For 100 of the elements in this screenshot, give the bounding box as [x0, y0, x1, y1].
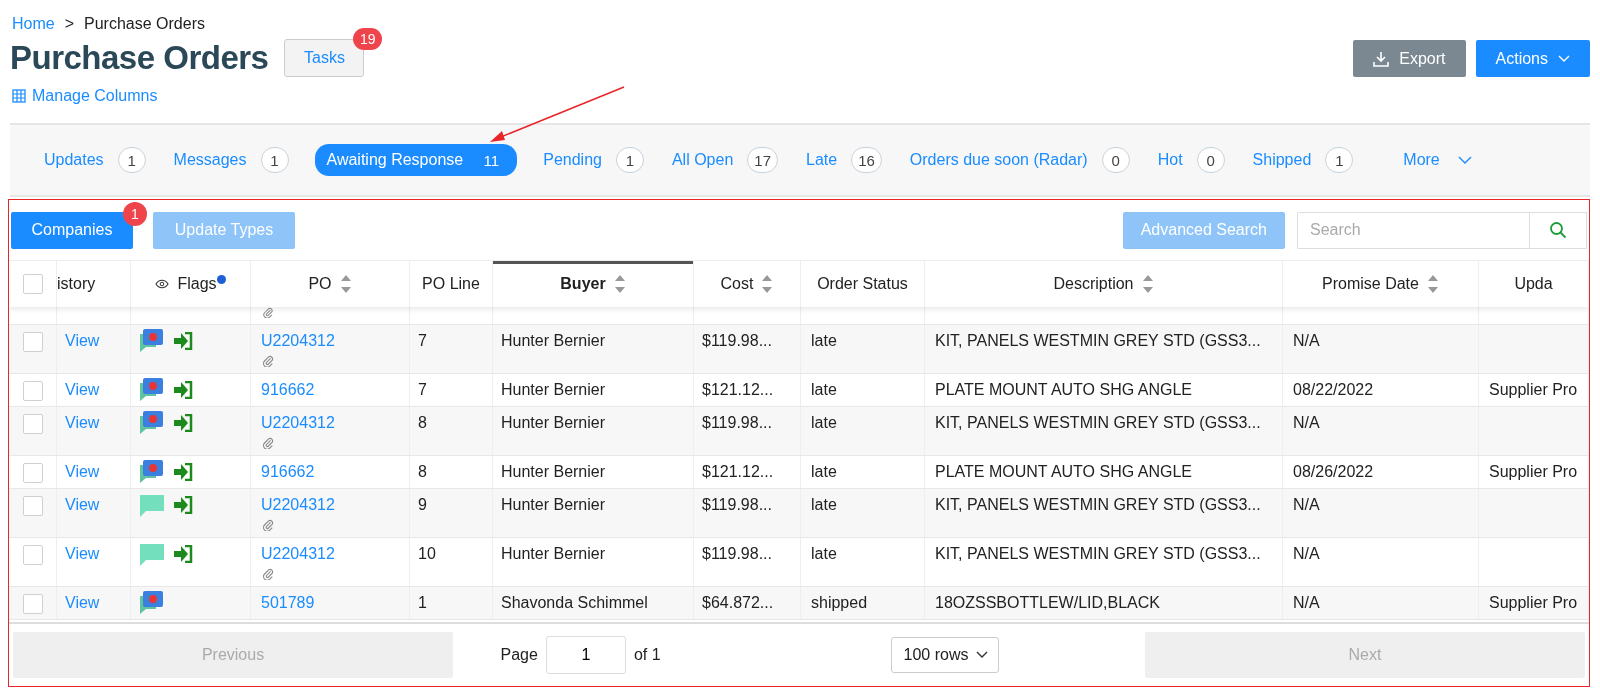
view-link[interactable]: View — [65, 413, 100, 433]
checkbox[interactable] — [22, 332, 43, 352]
table-cell: late — [811, 413, 837, 433]
manage-columns-link[interactable]: Manage Columns — [10, 87, 365, 105]
column-header[interactable]: Buyer — [493, 261, 694, 307]
checkbox[interactable] — [22, 594, 43, 614]
table-cell: 8 — [418, 462, 427, 482]
chat-alert-icon — [139, 328, 165, 354]
filter-tab[interactable]: Pending 1 — [541, 147, 646, 173]
checkbox[interactable] — [22, 414, 43, 434]
actions-button[interactable]: Actions — [1475, 40, 1590, 77]
count-badge: 1 — [615, 147, 644, 173]
view-link[interactable]: View — [65, 331, 100, 351]
page-count: of 1 — [633, 646, 661, 664]
table-cell: PLATE MOUNT AUTO SHG ANGLE — [935, 462, 1192, 482]
help-icon — [216, 274, 226, 284]
table-cell: N/A — [1293, 593, 1320, 613]
view-link[interactable]: View — [65, 462, 100, 482]
po-link[interactable]: 501789 — [261, 593, 315, 613]
table-cell: N/A — [1293, 413, 1320, 433]
chat-icon — [139, 492, 165, 518]
breadcrumb-link[interactable]: Home — [12, 15, 55, 33]
table-cell: late — [811, 544, 837, 564]
checkbox[interactable] — [22, 274, 43, 294]
next-button[interactable]: Next — [1145, 632, 1585, 678]
filter-tab[interactable]: Hot 0 — [1155, 147, 1227, 173]
table-cell: late — [811, 462, 837, 482]
po-link[interactable]: U2204312 — [261, 495, 335, 515]
advanced-search-button[interactable]: Advanced Search — [1122, 211, 1285, 249]
breadcrumb-separator: > — [64, 15, 75, 33]
checkbox[interactable] — [22, 381, 43, 401]
eye-icon — [155, 279, 170, 289]
sign-in-icon — [173, 332, 193, 350]
filter-tab[interactable]: All Open 17 — [669, 147, 780, 173]
table-cell: $119.98... — [702, 413, 772, 433]
table-cell: KIT, PANELS WESTMIN GREY STD (GSS3... — [935, 413, 1261, 433]
chat-icon — [139, 541, 165, 567]
table-cell: $119.98... — [702, 544, 772, 564]
view-link[interactable]: View — [65, 495, 100, 515]
paperclip-icon — [261, 307, 275, 318]
table-cell: 9 — [418, 495, 427, 515]
page-label: Page — [500, 646, 538, 664]
table-cell: 1 — [418, 593, 427, 613]
count-badge: 16 — [851, 147, 882, 173]
table-cell: Hunter Bernier — [501, 544, 606, 564]
filter-tab[interactable]: Awaiting Response 11 — [314, 144, 518, 176]
search-icon — [1549, 221, 1567, 239]
chat-alert-icon — [139, 410, 165, 436]
count-badge: 0 — [1196, 147, 1225, 173]
table-cell: late — [811, 380, 837, 400]
checkbox[interactable] — [22, 545, 43, 565]
table-cell: Supplier Pro — [1489, 380, 1578, 400]
po-link[interactable]: 916662 — [261, 380, 315, 400]
filter-tab[interactable]: Updates 1 — [42, 147, 148, 173]
filter-tab[interactable]: Messages 1 — [171, 147, 291, 173]
columns-icon — [12, 89, 26, 103]
table-cell: Shavonda Schimmel — [501, 593, 648, 613]
table-cell: late — [811, 495, 837, 515]
table-cell: Hunter Bernier — [501, 462, 606, 482]
count-badge: 0 — [1101, 147, 1130, 173]
count-badge: 1 — [123, 201, 147, 226]
table-cell: 7 — [418, 331, 427, 351]
checkbox[interactable] — [22, 496, 43, 516]
view-link[interactable]: View — [65, 593, 100, 613]
checkbox[interactable] — [22, 463, 43, 483]
page-input[interactable]: 1 — [545, 636, 626, 674]
po-link[interactable]: 916662 — [261, 462, 315, 482]
chat-alert-icon — [139, 377, 165, 403]
table-cell: $119.98... — [702, 331, 772, 351]
count-badge: 17 — [747, 147, 778, 173]
view-link[interactable]: View — [65, 544, 100, 564]
previous-button[interactable]: Previous — [13, 632, 453, 678]
view-link[interactable]: View — [65, 380, 100, 400]
table-cell: 08/26/2022 — [1293, 462, 1374, 482]
count-label: 11 — [482, 150, 500, 171]
chevron-down-icon — [1558, 54, 1570, 63]
po-link[interactable]: U2204312 — [261, 331, 335, 351]
filter-tab[interactable]: Shipped 1 — [1250, 147, 1356, 173]
filter-tab[interactable]: Orders due soon (Radar) 0 — [907, 147, 1132, 173]
po-link[interactable]: U2204312 — [261, 544, 335, 564]
export-button[interactable]: Export — [1353, 40, 1466, 77]
search-field[interactable]: Search — [1297, 211, 1529, 249]
chevron-down-icon — [1457, 156, 1472, 164]
chat-alert-icon — [139, 459, 165, 485]
filter-tab[interactable]: Late 16 — [804, 147, 884, 173]
companies-button[interactable]: Companies — [11, 211, 133, 249]
table-cell: Hunter Bernier — [501, 380, 606, 400]
more-button[interactable]: More — [1397, 150, 1478, 170]
table-cell: $121.12... — [702, 462, 774, 482]
count-badge: 1 — [117, 147, 146, 173]
table-cell: N/A — [1293, 331, 1320, 351]
rows-select[interactable]: 100 rows — [890, 637, 1000, 673]
breadcrumb-current: Purchase Orders — [84, 15, 205, 33]
table-cell: N/A — [1293, 544, 1320, 564]
table-cell: 7 — [418, 380, 427, 400]
table-cell: Hunter Bernier — [501, 331, 606, 351]
table-cell: N/A — [1293, 495, 1320, 515]
table-cell: KIT, PANELS WESTMIN GREY STD (GSS3... — [935, 544, 1261, 564]
search-button[interactable] — [1529, 211, 1587, 249]
po-link[interactable]: U2204312 — [261, 413, 335, 433]
